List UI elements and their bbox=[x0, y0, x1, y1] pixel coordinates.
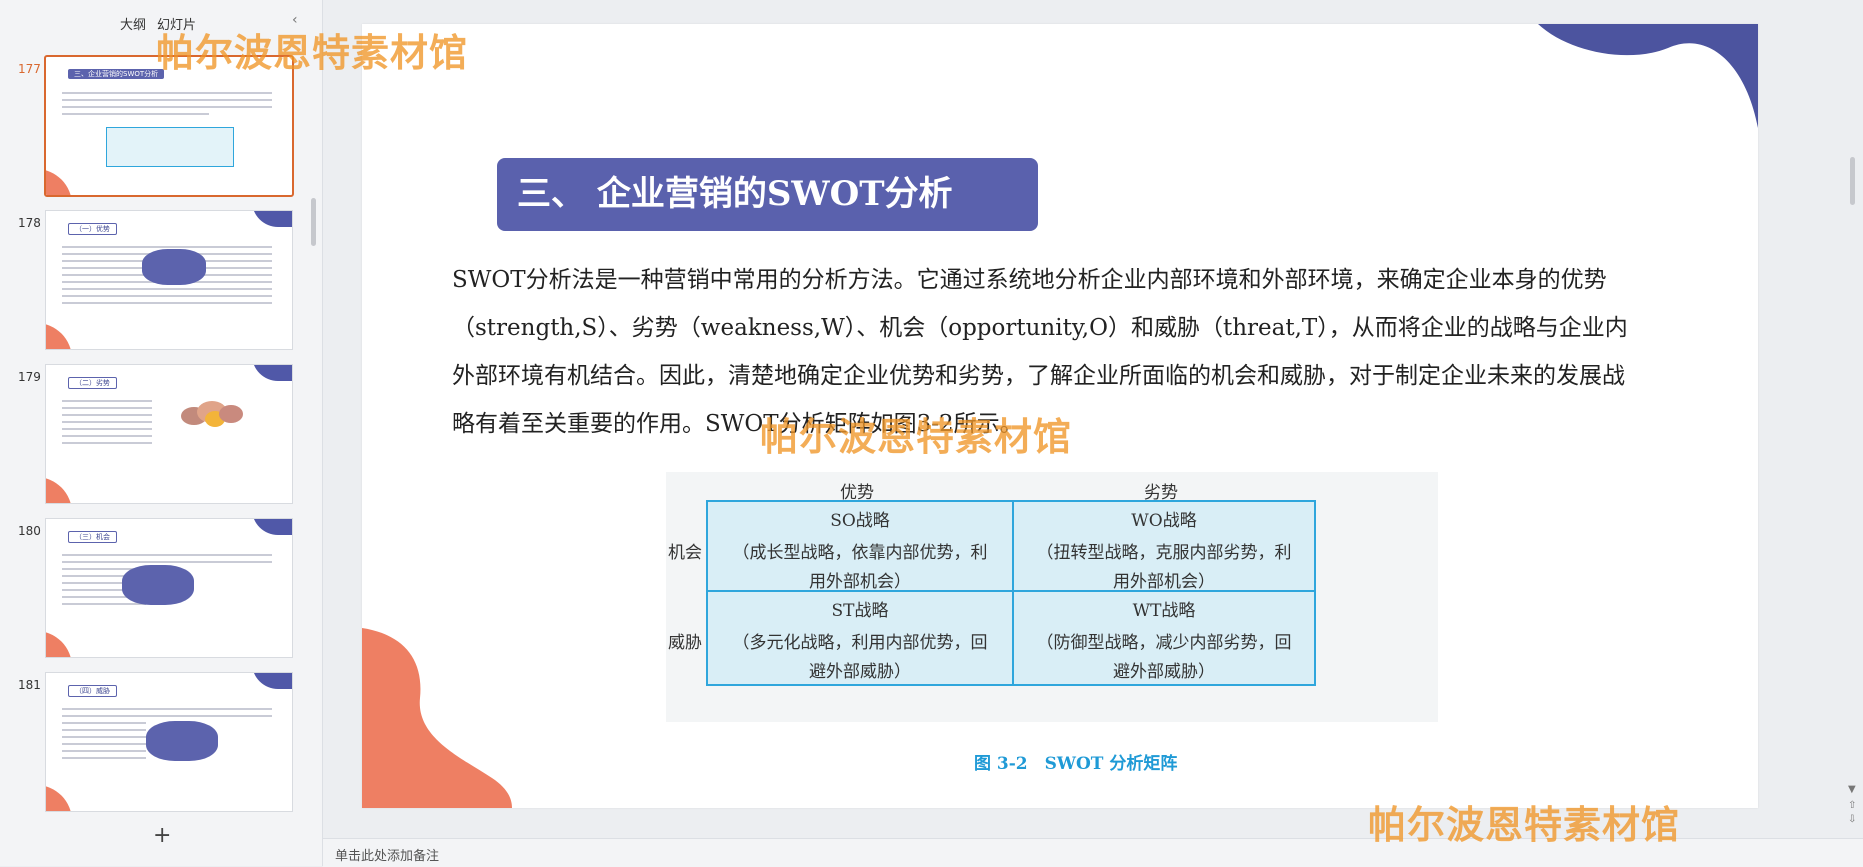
cell-desc: （扭转型战略，克服内部劣势，利用外部机会） bbox=[1036, 543, 1292, 592]
row-header: 机会 bbox=[668, 543, 702, 563]
slide-thumbnail[interactable]: （二）劣势 bbox=[45, 364, 293, 504]
thumb-decoration bbox=[46, 785, 72, 811]
thumb-title: （二）劣势 bbox=[68, 377, 117, 389]
slide-canvas: 三、 企业营销的SWOT分析 SWOT分析法是一种营销中常用的分析方法。它通过系… bbox=[323, 0, 1863, 838]
cell-name: WT战略 bbox=[1132, 601, 1196, 621]
sidebar-scrollbar[interactable] bbox=[311, 198, 316, 246]
slide-number: 180 bbox=[18, 524, 41, 538]
thumb-illustration bbox=[181, 401, 243, 441]
thumb-table bbox=[106, 127, 234, 167]
scrollbar-thumb[interactable] bbox=[1850, 157, 1855, 205]
thumb-title: 三、企业营销的SWOT分析 bbox=[68, 69, 165, 79]
matrix-cell-wt: WT战略 （防御型战略，减少内部劣势，回避外部威胁） bbox=[1012, 590, 1316, 686]
thumb-decoration bbox=[252, 365, 292, 381]
figure-caption: 图 3-2 SWOT 分析矩阵 bbox=[974, 754, 1178, 774]
slide-sidebar: 大纲 幻灯片 ‹ 177 三、企业营销的SWOT分析 178 （一）优势 179… bbox=[0, 0, 323, 866]
notes-placeholder[interactable]: 单击此处添加备注 bbox=[335, 845, 439, 864]
cell-name: SO战略 bbox=[830, 511, 890, 531]
thumb-title: （三）机会 bbox=[68, 531, 117, 543]
thumbnail-row: 178 （一）优势 bbox=[0, 210, 322, 350]
prev-slide-icon[interactable]: ⇧ bbox=[1848, 800, 1856, 811]
cell-desc: （多元化战略，利用内部优势，回避外部威胁） bbox=[732, 633, 988, 682]
cell-name: ST战略 bbox=[831, 601, 889, 621]
slide-number: 179 bbox=[18, 370, 41, 384]
slide-thumbnail[interactable]: （三）机会 bbox=[45, 518, 293, 658]
add-slide-button[interactable]: + bbox=[153, 823, 171, 848]
thumbnail-row: 181 （四）威胁 bbox=[0, 672, 322, 812]
thumb-decoration bbox=[252, 211, 292, 227]
cell-name: WO战略 bbox=[1131, 511, 1197, 531]
slide-number: 181 bbox=[18, 678, 41, 692]
cell-desc: （成长型战略，依靠内部优势，利用外部机会） bbox=[732, 543, 988, 592]
thumb-watermark-cloud bbox=[142, 249, 206, 285]
thumb-watermark-cloud bbox=[146, 721, 218, 761]
cell-desc: （防御型战略，减少内部劣势，回避外部威胁） bbox=[1036, 633, 1292, 682]
thumb-text-lines bbox=[62, 395, 152, 449]
watermark-text: 帕尔波恩特素材馆 bbox=[760, 414, 1073, 459]
thumb-decoration bbox=[46, 631, 72, 657]
matrix-cell-st: ST战略 （多元化战略，利用内部优势，回避外部威胁） bbox=[706, 590, 1014, 686]
corner-blob-top-right bbox=[1538, 24, 1758, 128]
thumb-title: （四）威胁 bbox=[68, 685, 117, 697]
slide-thumbnail[interactable]: （一）优势 bbox=[45, 210, 293, 350]
slide-number: 178 bbox=[18, 216, 41, 230]
next-slide-icon[interactable]: ⇩ bbox=[1848, 814, 1856, 825]
corner-blob-bottom-left bbox=[362, 628, 512, 808]
watermark-text: 帕尔波恩特素材馆 bbox=[1368, 802, 1681, 847]
thumb-text-lines bbox=[62, 87, 272, 120]
thumb-decoration bbox=[46, 323, 72, 349]
scroll-down-icon[interactable]: ▼ bbox=[1848, 784, 1856, 795]
thumbnail-row: 177 三、企业营销的SWOT分析 bbox=[0, 55, 322, 197]
thumbnail-row: 180 （三）机会 bbox=[0, 518, 322, 658]
matrix-cell-wo: WO战略 （扭转型战略，克服内部劣势，利用外部机会） bbox=[1012, 500, 1316, 592]
slide-thumbnail[interactable]: （四）威胁 bbox=[45, 672, 293, 812]
thumb-decoration bbox=[252, 519, 292, 535]
slide-number: 177 bbox=[18, 62, 41, 76]
thumb-decoration bbox=[252, 673, 292, 689]
thumbnail-row: 179 （二）劣势 bbox=[0, 364, 322, 504]
canvas-scrollbar[interactable]: ▼ ⇧ ⇩ bbox=[1843, 0, 1863, 838]
thumb-decoration bbox=[46, 169, 72, 195]
row-header: 威胁 bbox=[668, 633, 702, 653]
thumb-decoration bbox=[46, 477, 72, 503]
tab-outline[interactable]: 大纲 bbox=[120, 14, 146, 33]
slide-title: 三、 企业营销的SWOT分析 bbox=[497, 158, 1038, 231]
thumb-title: （一）优势 bbox=[68, 223, 117, 235]
swot-matrix: 优势 劣势 机会 威胁 SO战略 （成长型战略，依靠内部优势，利用外部机会） W… bbox=[666, 472, 1438, 722]
watermark-text: 帕尔波恩特素材馆 bbox=[156, 30, 469, 75]
matrix-cell-so: SO战略 （成长型战略，依靠内部优势，利用外部机会） bbox=[706, 500, 1014, 592]
thumb-watermark-cloud bbox=[122, 565, 194, 605]
